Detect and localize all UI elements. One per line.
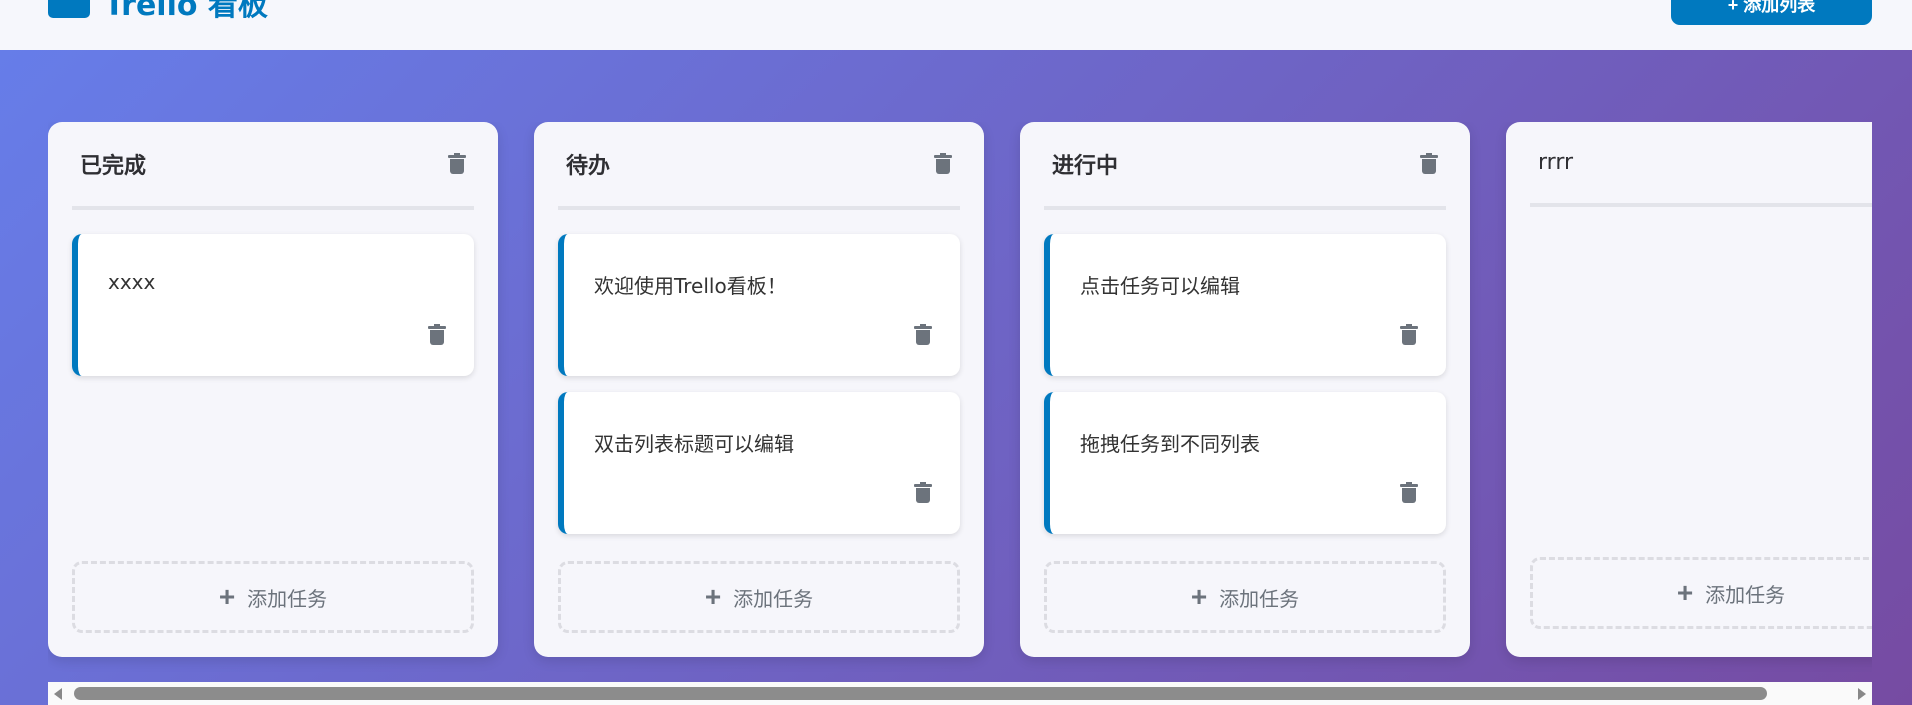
scroll-right-icon[interactable] xyxy=(1858,688,1866,700)
delete-task-icon[interactable] xyxy=(914,482,932,504)
scrollbar-thumb[interactable] xyxy=(74,687,1767,700)
app-header: Trello 看板 + 添加列表 xyxy=(0,0,1912,50)
task-text: xxxx xyxy=(108,270,156,294)
add-list-button[interactable]: + 添加列表 xyxy=(1671,0,1872,25)
task-text: 点击任务可以编辑 xyxy=(1080,274,1240,298)
delete-task-icon[interactable] xyxy=(1400,324,1418,346)
task-text: 双击列表标题可以编辑 xyxy=(594,432,794,456)
list-title[interactable]: rrrr xyxy=(1538,150,1573,175)
add-task-button[interactable]: + 添加任务 xyxy=(1044,561,1446,633)
delete-list-icon[interactable] xyxy=(448,153,466,175)
task-text: 拖拽任务到不同列表 xyxy=(1080,432,1260,456)
delete-list-icon[interactable] xyxy=(934,153,952,175)
add-task-label: 添加任务 xyxy=(1705,584,1786,607)
delete-task-icon[interactable] xyxy=(914,324,932,346)
board-icon xyxy=(48,0,90,18)
task-card[interactable]: 拖拽任务到不同列表 xyxy=(1044,392,1446,534)
add-task-button[interactable]: + 添加任务 xyxy=(72,561,474,633)
list-done: 已完成 xxxx + 添加任务 xyxy=(48,122,498,657)
task-card[interactable]: 欢迎使用Trello看板！ xyxy=(558,234,960,376)
list-todo: 待办 欢迎使用Trello看板！ 双击列表标题可以编辑 + 添加任务 xyxy=(534,122,984,657)
list-rrrr: rrrr + 添加任务 xyxy=(1506,122,1872,657)
horizontal-scrollbar[interactable] xyxy=(48,682,1872,705)
task-card[interactable]: xxxx xyxy=(72,234,474,376)
list-title[interactable]: 进行中 xyxy=(1052,148,1118,180)
delete-task-icon[interactable] xyxy=(428,324,446,346)
add-task-label: 添加任务 xyxy=(247,588,328,611)
list-in-progress: 进行中 点击任务可以编辑 拖拽任务到不同列表 + 添加任务 xyxy=(1020,122,1470,657)
add-task-label: 添加任务 xyxy=(1219,588,1300,611)
app-title: Trello 看板 xyxy=(104,0,268,23)
delete-task-icon[interactable] xyxy=(1400,482,1418,504)
task-text: 欢迎使用Trello看板！ xyxy=(594,274,787,298)
board: 已完成 xxxx + 添加任务 待办 欢迎使用Trello看板！ 双击列表标题可以… xyxy=(48,122,1872,705)
plus-icon: + xyxy=(704,581,722,612)
add-task-button[interactable]: + 添加任务 xyxy=(1530,557,1872,629)
app-logo: Trello 看板 xyxy=(48,0,268,24)
task-card[interactable]: 点击任务可以编辑 xyxy=(1044,234,1446,376)
delete-list-icon[interactable] xyxy=(1420,153,1438,175)
add-task-label: 添加任务 xyxy=(733,588,814,611)
list-title[interactable]: 已完成 xyxy=(80,148,146,180)
plus-icon: + xyxy=(1676,577,1694,608)
plus-icon: + xyxy=(218,581,236,612)
task-card[interactable]: 双击列表标题可以编辑 xyxy=(558,392,960,534)
scroll-left-icon[interactable] xyxy=(54,688,62,700)
plus-icon: + xyxy=(1190,581,1208,612)
add-task-button[interactable]: + 添加任务 xyxy=(558,561,960,633)
list-title[interactable]: 待办 xyxy=(566,148,610,180)
